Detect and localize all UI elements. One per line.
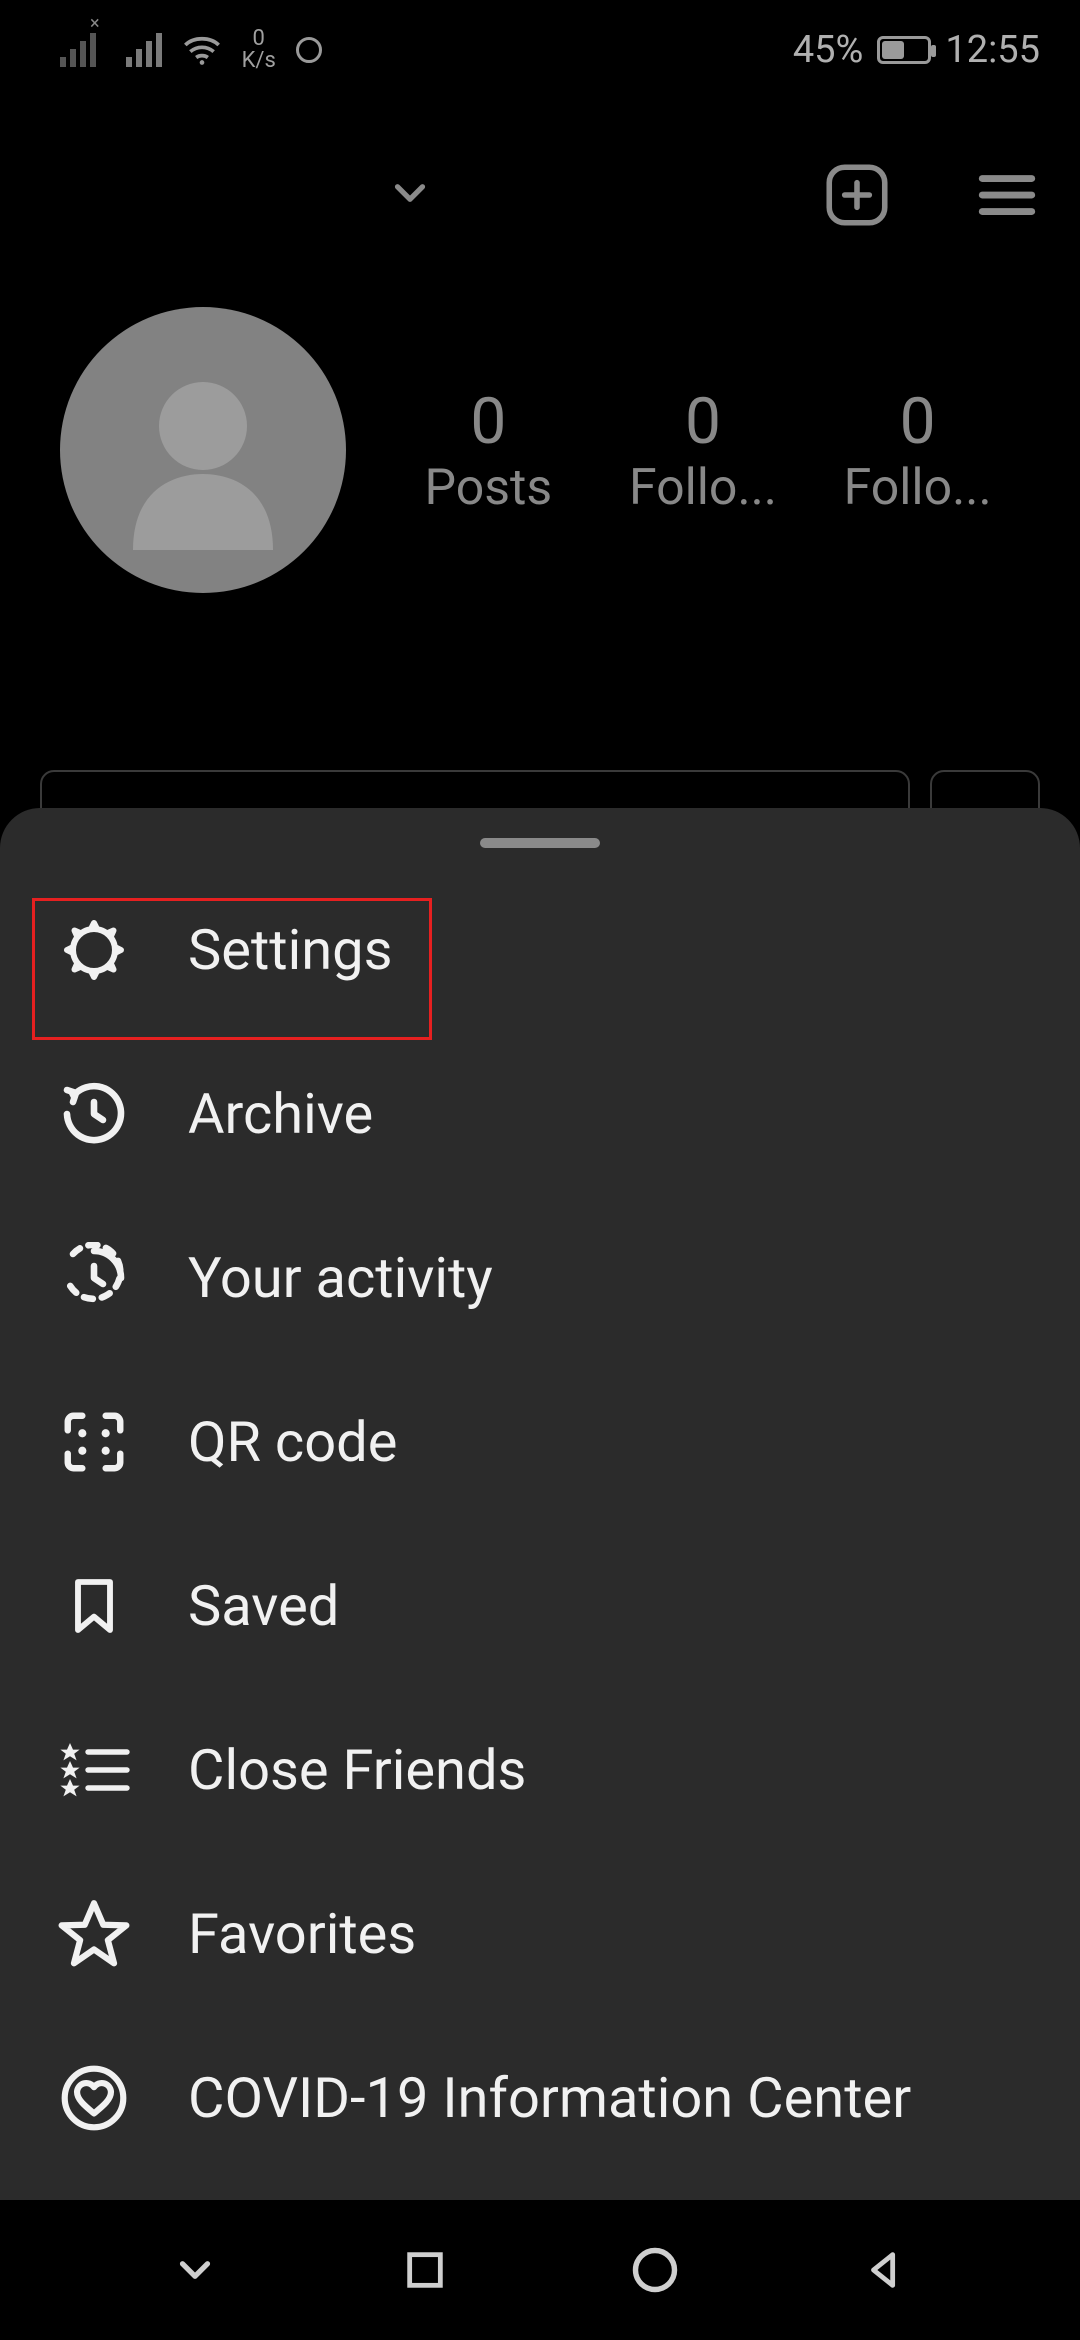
hamburger-menu-button[interactable] [974, 162, 1040, 228]
stat-label: Posts [424, 459, 552, 517]
menu-item-label: Saved [188, 1573, 339, 1639]
menu-item-archive[interactable]: Archive [0, 1032, 1080, 1196]
nav-back[interactable] [850, 2235, 920, 2305]
stat-label: Follo... [629, 459, 777, 517]
no-sim-icon: × [60, 33, 106, 67]
create-button[interactable] [820, 158, 894, 232]
clock: 12:55 [945, 28, 1040, 72]
menu-item-label: Archive [188, 1081, 373, 1147]
wifi-icon [182, 33, 222, 67]
data-rate-value: 0 [253, 28, 265, 50]
data-rate-unit: K/s [242, 50, 276, 72]
stat-posts[interactable]: 0 Posts [388, 384, 588, 517]
loading-ring-icon [296, 37, 322, 63]
qr-code-icon [56, 1404, 132, 1480]
bookmark-icon [56, 1568, 132, 1644]
stat-count: 0 [470, 384, 506, 459]
android-nav-bar [0, 2200, 1080, 2340]
menu-item-label: Your activity [188, 1245, 493, 1311]
profile-stats: 0 Posts 0 Follo... 0 Follo... [386, 384, 1020, 517]
battery-icon [877, 36, 931, 64]
stat-label: Follo... [844, 459, 992, 517]
options-bottom-sheet: Settings Archive Your activity [0, 808, 1080, 2200]
status-right: 45% 12:55 [793, 28, 1040, 72]
profile-summary: 0 Posts 0 Follo... 0 Follo... [0, 300, 1080, 600]
nav-home[interactable] [620, 2235, 690, 2305]
stat-count: 0 [685, 384, 721, 459]
menu-item-covid[interactable]: COVID-19 Information Center [0, 2016, 1080, 2180]
status-bar: × 0 K/s 45% 12:55 [0, 0, 1080, 100]
data-rate: 0 K/s [242, 28, 276, 72]
sheet-drag-handle[interactable] [480, 838, 600, 848]
menu-item-label: Favorites [188, 1901, 416, 1967]
signal-icon [126, 33, 162, 67]
activity-icon [56, 1240, 132, 1316]
menu-item-saved[interactable]: Saved [0, 1524, 1080, 1688]
star-icon [56, 1896, 132, 1972]
username-dropdown[interactable] [385, 168, 435, 222]
stat-followers[interactable]: 0 Follo... [603, 384, 803, 517]
menu-item-close-friends[interactable]: Close Friends [0, 1688, 1080, 1852]
menu-item-activity[interactable]: Your activity [0, 1196, 1080, 1360]
archive-icon [56, 1076, 132, 1152]
app-header [0, 120, 1080, 270]
settings-icon [56, 912, 132, 988]
menu-item-label: COVID-19 Information Center [188, 2065, 911, 2131]
nav-recents[interactable] [390, 2235, 460, 2305]
battery-percent: 45% [793, 28, 864, 72]
stat-following[interactable]: 0 Follo... [818, 384, 1018, 517]
menu-item-qrcode[interactable]: QR code [0, 1360, 1080, 1524]
menu-item-label: QR code [188, 1409, 397, 1475]
avatar[interactable] [60, 307, 346, 593]
menu-item-label: Close Friends [188, 1737, 526, 1803]
nav-hide-keyboard[interactable] [160, 2235, 230, 2305]
heart-circle-icon [56, 2060, 132, 2136]
menu-item-favorites[interactable]: Favorites [0, 1852, 1080, 2016]
status-left: × 0 K/s [60, 28, 322, 72]
stat-count: 0 [900, 384, 936, 459]
close-friends-icon [56, 1732, 132, 1808]
menu-item-settings[interactable]: Settings [0, 868, 1080, 1032]
menu-item-label: Settings [188, 917, 392, 983]
